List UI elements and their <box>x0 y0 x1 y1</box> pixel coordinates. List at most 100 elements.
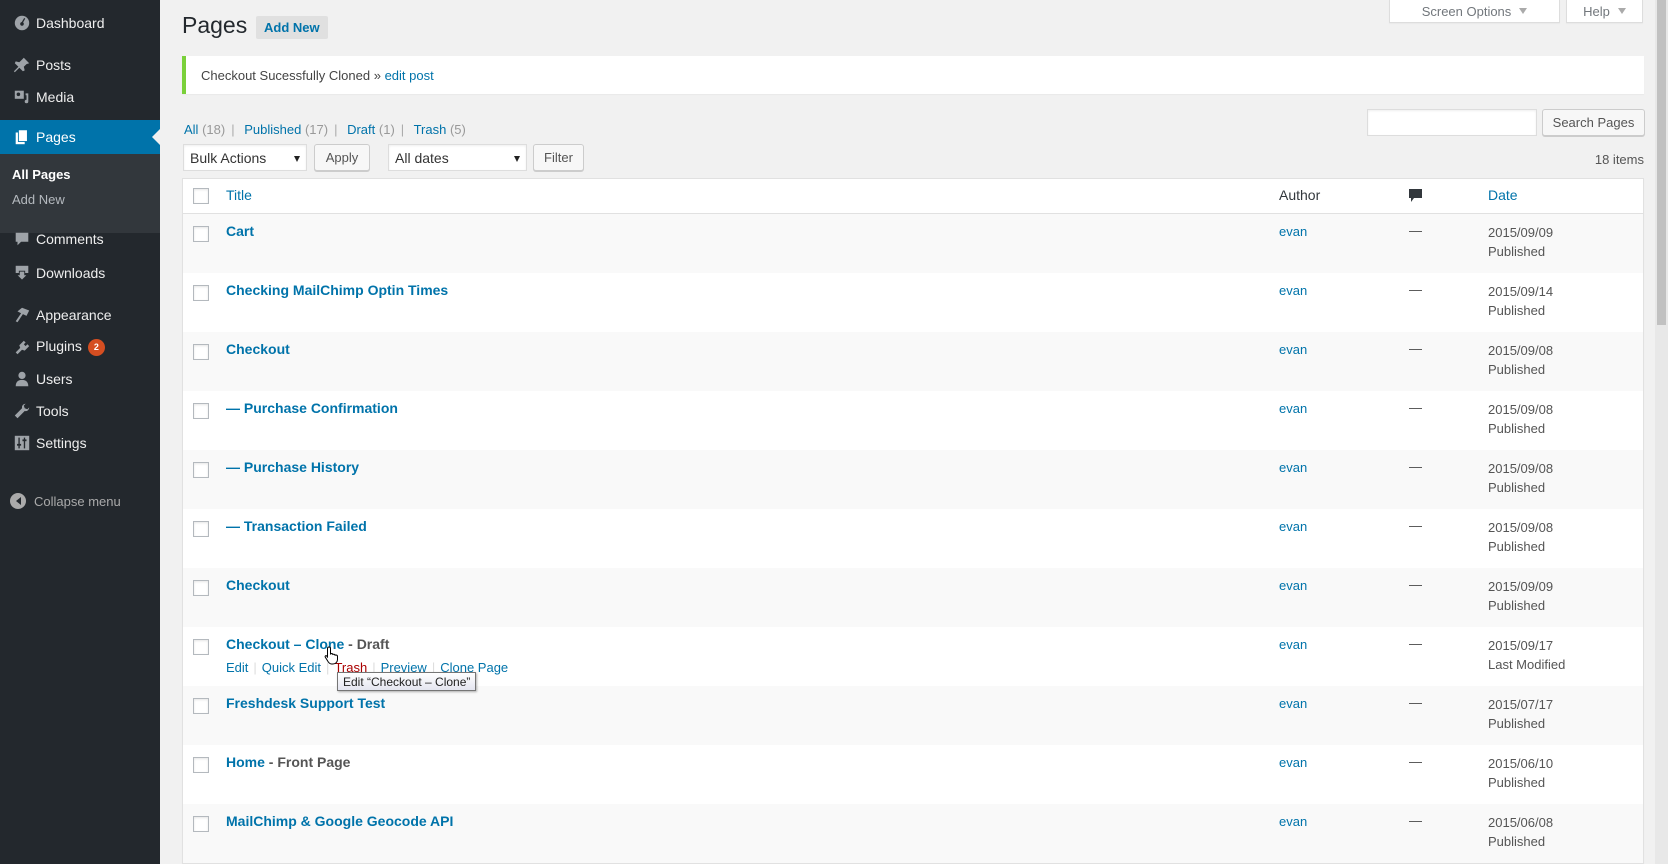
page-title-link[interactable]: Freshdesk Support Test <box>226 695 385 711</box>
row-checkbox[interactable] <box>193 403 209 419</box>
comment-count: — <box>1409 282 1422 297</box>
view-trash[interactable]: Trash (5) <box>414 122 466 137</box>
page-title-link[interactable]: — Purchase Confirmation <box>226 400 398 416</box>
filter-button[interactable]: Filter <box>533 144 584 171</box>
page-title-link[interactable]: Checkout <box>226 341 290 357</box>
wrench-icon <box>0 402 36 420</box>
date-filter-select[interactable]: All dates <box>388 144 527 171</box>
page-title-link[interactable]: — Purchase History <box>226 459 359 475</box>
row-checkbox[interactable] <box>193 344 209 360</box>
table-row: Home - Front Page evan — 2015/06/10 Publishe… <box>183 745 1643 804</box>
settings-icon <box>0 434 36 452</box>
row-checkbox[interactable] <box>193 639 209 655</box>
edit-tooltip: Edit “Checkout – Clone” <box>337 672 477 691</box>
dropdown-arrow-icon <box>514 156 520 162</box>
author-link[interactable]: evan <box>1279 460 1307 475</box>
submenu-add-new[interactable]: Add New <box>0 187 160 212</box>
comment-count: — <box>1409 577 1422 592</box>
screen-options-button[interactable]: Screen Options <box>1389 0 1560 23</box>
page-title-link[interactable]: Checkout <box>226 577 290 593</box>
search-input[interactable] <box>1367 109 1537 136</box>
admin-sidebar: Dashboard Posts Media Pages All Pages Ad… <box>0 0 160 864</box>
submenu-all-pages[interactable]: All Pages <box>0 162 160 187</box>
items-count: 18 items <box>1594 152 1644 167</box>
row-checkbox[interactable] <box>193 462 209 478</box>
comment-count: — <box>1409 341 1422 356</box>
sidebar-item-media[interactable]: Media <box>0 80 160 114</box>
select-all-checkbox[interactable] <box>193 188 209 204</box>
post-state: - Draft <box>344 636 390 652</box>
author-link[interactable]: evan <box>1279 696 1307 711</box>
sidebar-item-downloads[interactable]: Downloads <box>0 256 160 290</box>
comment-count: — <box>1409 223 1422 238</box>
page-title-link[interactable]: Checking MailChimp Optin Times <box>226 282 448 298</box>
edit-action[interactable]: Edit <box>226 660 248 675</box>
page-title-link[interactable]: MailChimp & Google Geocode API <box>226 813 453 829</box>
author-link[interactable]: evan <box>1279 814 1307 829</box>
author-link[interactable]: evan <box>1279 637 1307 652</box>
success-notice: Checkout Sucessfully Cloned » edit post <box>182 56 1644 94</box>
hand-cursor-icon <box>324 646 340 669</box>
caret-down-icon <box>1617 8 1626 14</box>
date-cell: 2015/09/08 Published <box>1488 461 1554 495</box>
edit-post-link[interactable]: edit post <box>385 68 434 83</box>
row-checkbox[interactable] <box>193 816 209 832</box>
row-checkbox[interactable] <box>193 521 209 537</box>
author-link[interactable]: evan <box>1279 342 1307 357</box>
author-link[interactable]: evan <box>1279 401 1307 416</box>
view-all[interactable]: All (18) <box>184 122 225 137</box>
author-link[interactable]: evan <box>1279 224 1307 239</box>
date-cell: 2015/09/08 Published <box>1488 343 1554 377</box>
apply-button[interactable]: Apply <box>314 144 370 171</box>
row-checkbox[interactable] <box>193 226 209 242</box>
column-date-sort[interactable]: Date <box>1488 187 1518 203</box>
help-button[interactable]: Help <box>1566 0 1643 23</box>
row-checkbox[interactable] <box>193 698 209 714</box>
row-checkbox[interactable] <box>193 285 209 301</box>
plugin-icon <box>0 338 36 356</box>
sidebar-item-plugins[interactable]: Plugins 2 <box>0 330 160 364</box>
quick-edit-action[interactable]: Quick Edit <box>262 660 321 675</box>
comment-count: — <box>1409 754 1422 769</box>
date-cell: 2015/09/09 Published <box>1488 225 1554 259</box>
comment-count: — <box>1409 636 1422 651</box>
row-checkbox[interactable] <box>193 757 209 773</box>
author-link[interactable]: evan <box>1279 755 1307 770</box>
search-pages-button[interactable]: Search Pages <box>1542 109 1645 136</box>
table-header: Title Author Date <box>183 179 1643 214</box>
view-draft[interactable]: Draft (1) <box>347 122 395 137</box>
sidebar-item-comments[interactable]: Comments <box>0 222 160 256</box>
scrollbar-thumb[interactable] <box>1657 0 1666 325</box>
date-cell: 2015/09/14 Published <box>1488 284 1554 318</box>
table-row: — Purchase History evan — 2015/09/08 Publish… <box>183 450 1643 509</box>
page-title-link[interactable]: Cart <box>226 223 254 239</box>
comment-count: — <box>1409 695 1422 710</box>
comment-icon[interactable] <box>1408 188 1423 207</box>
table-row: Checkout evan — 2015/09/09 Published <box>183 568 1643 627</box>
page-title-link[interactable]: — Transaction Failed <box>226 518 367 534</box>
sidebar-item-tools[interactable]: Tools <box>0 394 160 428</box>
collapse-menu-button[interactable]: Collapse menu <box>0 484 160 518</box>
sidebar-item-dashboard[interactable]: Dashboard <box>0 6 160 40</box>
table-row: MailChimp & Google Geocode API evan — 2015/… <box>183 804 1643 863</box>
sidebar-item-posts[interactable]: Posts <box>0 48 160 82</box>
sidebar-item-appearance[interactable]: Appearance <box>0 298 160 332</box>
table-body: Cart evan — 2015/09/09 Published Checking Mai… <box>183 214 1643 863</box>
row-checkbox[interactable] <box>193 580 209 596</box>
page-title-link[interactable]: Home <box>226 754 265 770</box>
sidebar-item-pages[interactable]: Pages <box>0 120 160 154</box>
column-title-sort[interactable]: Title <box>226 187 252 203</box>
pin-icon <box>0 56 36 74</box>
bulk-actions-select[interactable]: Bulk Actions <box>183 144 307 171</box>
sidebar-item-users[interactable]: Users <box>0 362 160 396</box>
view-published[interactable]: Published (17) <box>244 122 328 137</box>
author-link[interactable]: evan <box>1279 519 1307 534</box>
author-link[interactable]: evan <box>1279 578 1307 593</box>
sidebar-item-settings[interactable]: Settings <box>0 426 160 460</box>
collapse-arrow-icon <box>10 493 26 509</box>
add-new-button[interactable]: Add New <box>256 16 328 39</box>
column-author: Author <box>1279 187 1321 203</box>
table-row: — Transaction Failed evan — 2015/09/08 Publi… <box>183 509 1643 568</box>
comment-count: — <box>1409 459 1422 474</box>
author-link[interactable]: evan <box>1279 283 1307 298</box>
